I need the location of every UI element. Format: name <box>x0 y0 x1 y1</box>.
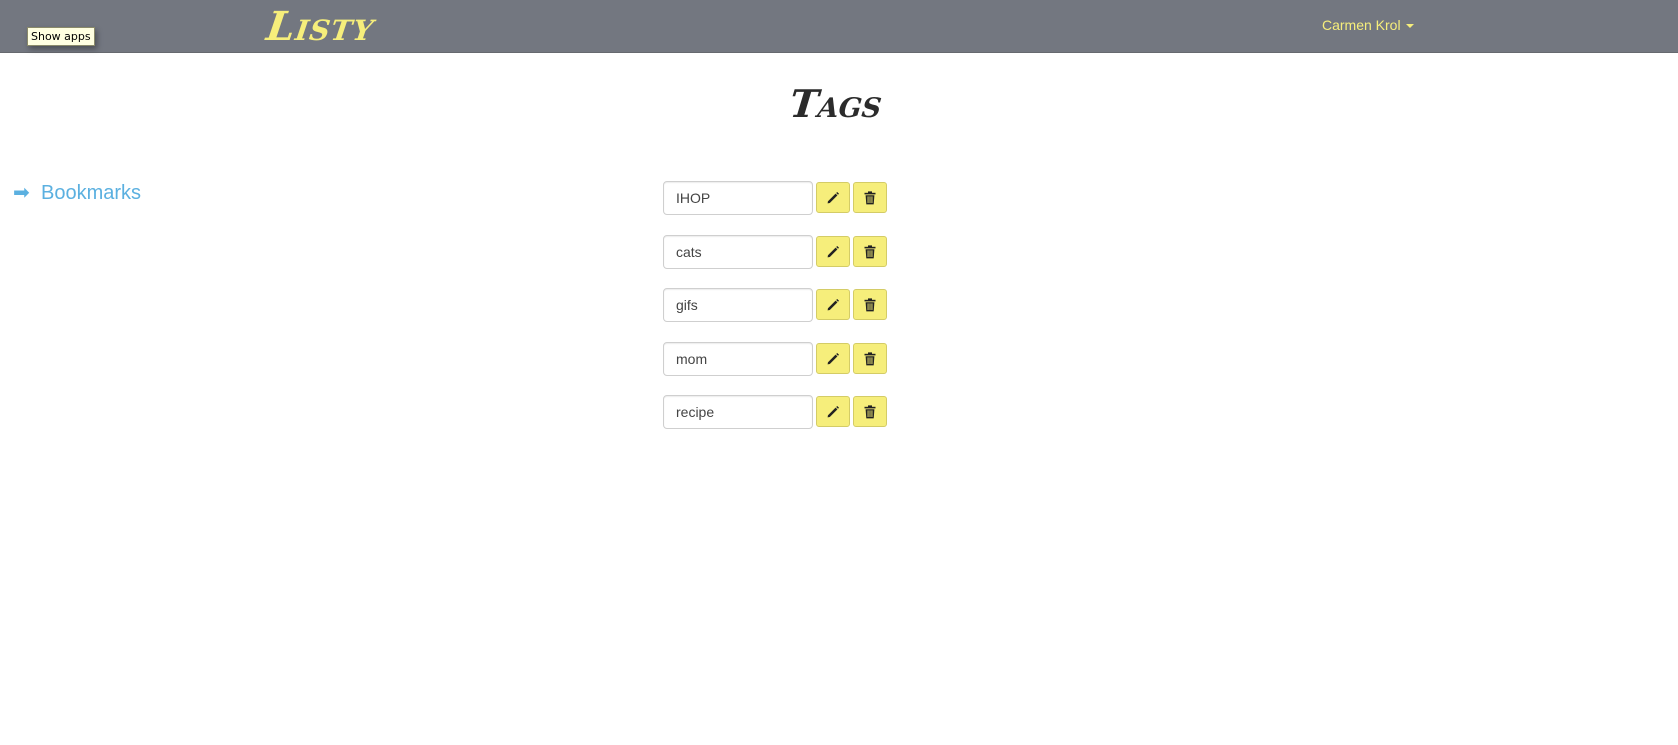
tag-name-input[interactable] <box>663 342 813 376</box>
edit-tag-button[interactable] <box>816 182 850 213</box>
pencil-icon <box>826 191 840 205</box>
delete-tag-button[interactable] <box>853 236 887 267</box>
user-name-label: Carmen Krol <box>1322 17 1401 33</box>
page-title: Tags <box>787 81 885 126</box>
tag-name-input[interactable] <box>663 235 813 269</box>
delete-tag-button[interactable] <box>853 343 887 374</box>
sidebar-link-label: Bookmarks <box>41 182 142 204</box>
tag-name-input[interactable] <box>663 288 813 322</box>
trash-icon <box>864 244 876 259</box>
trash-icon <box>864 190 876 205</box>
sidebar-link-bookmarks[interactable]: ➡ Bookmarks <box>13 180 141 205</box>
show-apps-tooltip: Show apps <box>27 27 95 46</box>
tag-name-input[interactable] <box>663 181 813 215</box>
user-menu-dropdown[interactable]: Carmen Krol <box>1322 16 1414 34</box>
delete-tag-button[interactable] <box>853 182 887 213</box>
pencil-icon <box>826 298 840 312</box>
top-navbar: Listy Carmen Krol <box>0 0 1678 53</box>
pencil-icon <box>826 352 840 366</box>
trash-icon <box>864 297 876 312</box>
tag-name-input[interactable] <box>663 395 813 429</box>
edit-tag-button[interactable] <box>816 236 850 267</box>
edit-tag-button[interactable] <box>816 289 850 320</box>
pencil-icon <box>826 405 840 419</box>
brand-logo[interactable]: Listy <box>263 2 378 52</box>
edit-tag-button[interactable] <box>816 396 850 427</box>
trash-icon <box>864 351 876 366</box>
pencil-icon <box>826 245 840 259</box>
caret-down-icon <box>1405 24 1414 29</box>
delete-tag-button[interactable] <box>853 396 887 427</box>
arrow-right-icon: ➡ <box>13 180 30 204</box>
delete-tag-button[interactable] <box>853 289 887 320</box>
edit-tag-button[interactable] <box>816 343 850 374</box>
trash-icon <box>864 404 876 419</box>
